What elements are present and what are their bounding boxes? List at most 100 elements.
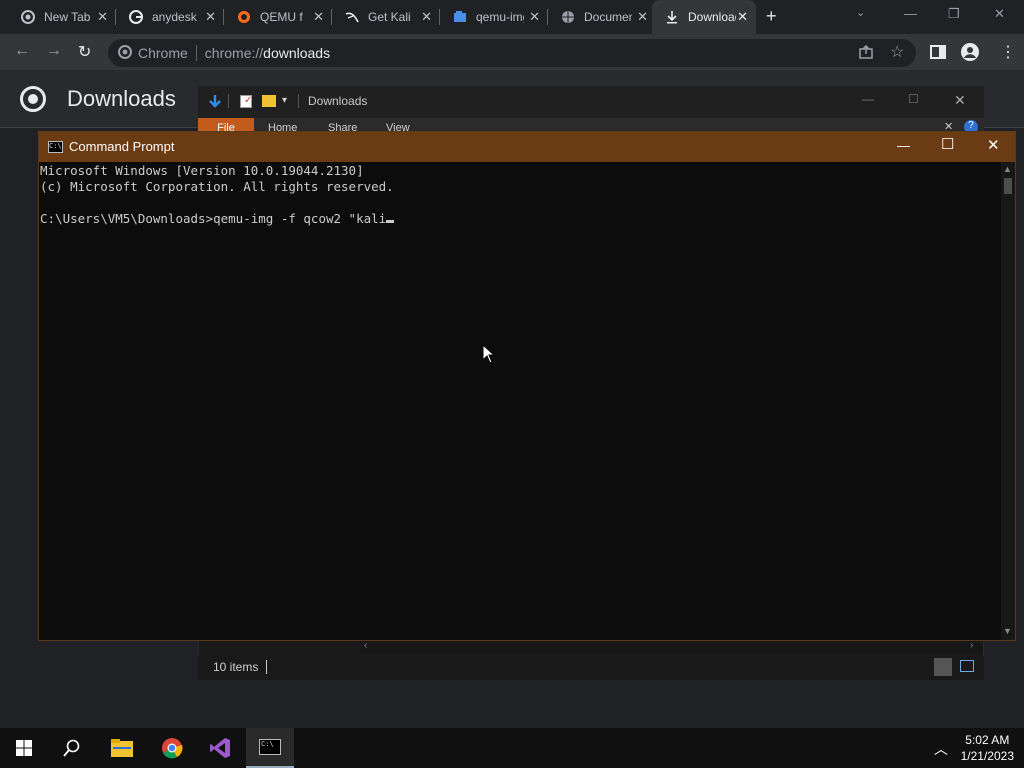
large-icons-view-icon[interactable] [960, 660, 974, 672]
text-cursor [386, 220, 395, 223]
start-button[interactable] [0, 728, 48, 768]
chevron-up-icon[interactable]: ︿ [934, 739, 948, 759]
doc-icon [452, 9, 468, 25]
minimize-button[interactable]: — [897, 138, 910, 153]
reload-icon[interactable]: ↻ [78, 42, 91, 62]
tab-anydesk[interactable]: anydesk ✕ [116, 0, 224, 34]
close-tab-icon[interactable]: ✕ [97, 9, 108, 25]
chrome-menu-icon[interactable]: ⋮ [1000, 42, 1016, 62]
search-icon [63, 739, 80, 757]
console-input-line[interactable]: C:\Users\VM5\Downloads>qemu-img -f qcow2… [40, 211, 1001, 227]
scroll-left-icon[interactable]: ‹ [364, 640, 367, 651]
address-bar[interactable]: Chrome chrome://downloads [108, 39, 916, 67]
ribbon-tab-file[interactable]: File [198, 118, 254, 132]
console-line: ​ [40, 195, 1001, 211]
scroll-right-icon[interactable]: › [970, 640, 973, 651]
tab-title: anydesk [152, 10, 197, 24]
side-panel-icon[interactable] [930, 44, 946, 65]
tab-new-tab[interactable]: New Tab ✕ [8, 0, 116, 34]
console-line: Microsoft Windows [Version 10.0.19044.21… [40, 163, 364, 178]
page-title: Downloads [67, 86, 176, 111]
console-line: (c) Microsoft Corporation. All rights re… [40, 179, 394, 194]
tab-search-icon[interactable]: ⌄ [856, 6, 865, 19]
search-button[interactable] [48, 728, 96, 768]
tab-documentation[interactable]: Documen ✕ [548, 0, 656, 34]
cmd-titlebar: C:\ Command Prompt — ☐ ✕ [39, 132, 1015, 162]
google-icon [128, 9, 144, 25]
tab-title: Documen [584, 10, 632, 24]
chrome-icon [20, 9, 36, 25]
tab-title: QEMU f [260, 10, 303, 24]
close-window-button[interactable]: ✕ [994, 6, 1005, 22]
item-count: 10 items [213, 660, 259, 674]
windows-icon [16, 740, 32, 756]
cmd-icon: C:\ [259, 739, 281, 755]
scroll-thumb[interactable] [1004, 178, 1012, 194]
mouse-pointer-icon [482, 343, 496, 369]
close-tab-icon[interactable]: ✕ [737, 9, 748, 25]
close-button[interactable]: ✕ [987, 136, 1000, 154]
tab-strip: New Tab ✕ anydesk ✕ QEMU f ✕ Get Kali ✕ … [0, 0, 1024, 34]
close-tab-icon[interactable]: ✕ [205, 9, 216, 25]
cmd-icon: C:\ [48, 141, 63, 153]
taskbar-visual-studio[interactable] [196, 728, 244, 768]
chrome-icon [162, 738, 183, 759]
close-tab-icon[interactable]: ✕ [421, 9, 432, 25]
quick-access-dropdown-icon[interactable]: ▾ [282, 95, 287, 106]
tab-title: qemu-img [476, 10, 524, 24]
details-view-icon[interactable] [934, 658, 952, 676]
explorer-titlebar: ✓ ▾ Downloads — ☐ ✕ [198, 86, 984, 118]
vertical-scrollbar[interactable]: ▲ ▼ [1001, 162, 1015, 640]
share-icon[interactable] [858, 44, 874, 65]
taskbar-chrome[interactable] [148, 728, 196, 768]
scroll-up-icon[interactable]: ▲ [1003, 164, 1012, 174]
maximize-button[interactable]: ☐ [908, 92, 919, 106]
forward-icon[interactable]: → [46, 42, 62, 60]
tab-title: New Tab [44, 10, 91, 24]
tab-get-kali[interactable]: Get Kali ✕ [332, 0, 440, 34]
scroll-down-icon[interactable]: ▼ [1003, 626, 1012, 636]
window-title: Command Prompt [69, 139, 175, 154]
close-tab-icon[interactable]: ✕ [529, 9, 540, 25]
tab-qemu[interactable]: QEMU f ✕ [224, 0, 332, 34]
taskbar: C:\ ︿ 5:02 AM 1/21/2023 [0, 728, 1024, 768]
new-tab-button[interactable]: + [766, 6, 777, 27]
tab-qemu-img[interactable]: qemu-img ✕ [440, 0, 548, 34]
explorer-title: Downloads [308, 94, 368, 108]
close-tab-icon[interactable]: ✕ [637, 9, 648, 25]
bookmark-star-icon[interactable]: ☆ [890, 42, 904, 62]
restore-button[interactable]: ❐ [948, 6, 960, 22]
taskbar-clock[interactable]: 5:02 AM 1/21/2023 [961, 732, 1014, 764]
tab-title: Get Kali [368, 10, 411, 24]
minimize-button[interactable]: — [904, 6, 917, 21]
tab-title: Downloads [688, 10, 736, 24]
taskbar-command-prompt[interactable]: C:\ [246, 728, 294, 768]
folder-icon[interactable] [262, 95, 276, 107]
back-icon[interactable]: ← [14, 42, 30, 60]
globe-icon [560, 9, 576, 25]
url-text: chrome://downloads [204, 45, 331, 61]
close-button[interactable]: ✕ [954, 92, 966, 109]
chrome-icon [118, 44, 132, 62]
explorer-ribbon: File Home Share View ✕ ? [198, 118, 984, 132]
command-prompt-window[interactable]: C:\ Command Prompt — ☐ ✕ Microsoft Windo… [38, 131, 1016, 641]
site-label: Chrome [138, 45, 188, 61]
chrome-logo-icon [20, 86, 46, 112]
qemu-icon [236, 9, 252, 25]
tab-downloads[interactable]: Downloads ✕ [652, 0, 756, 34]
download-arrow-icon [208, 94, 222, 113]
folder-icon [111, 739, 133, 757]
console-output[interactable]: Microsoft Windows [Version 10.0.19044.21… [39, 162, 1001, 640]
explorer-statusbar: 10 items [198, 656, 984, 680]
minimize-button[interactable]: — [862, 92, 874, 106]
close-tab-icon[interactable]: ✕ [313, 9, 324, 25]
clock-date: 1/21/2023 [960, 749, 1014, 763]
clock-time: 5:02 AM [965, 733, 1010, 747]
visual-studio-icon [210, 738, 230, 758]
download-icon [664, 9, 680, 25]
maximize-button[interactable]: ☐ [941, 135, 954, 153]
taskbar-file-explorer[interactable] [98, 728, 146, 768]
profile-icon[interactable] [961, 43, 979, 66]
kali-icon [344, 9, 360, 25]
horizontal-scrollbar[interactable]: ‹ › [360, 640, 982, 654]
